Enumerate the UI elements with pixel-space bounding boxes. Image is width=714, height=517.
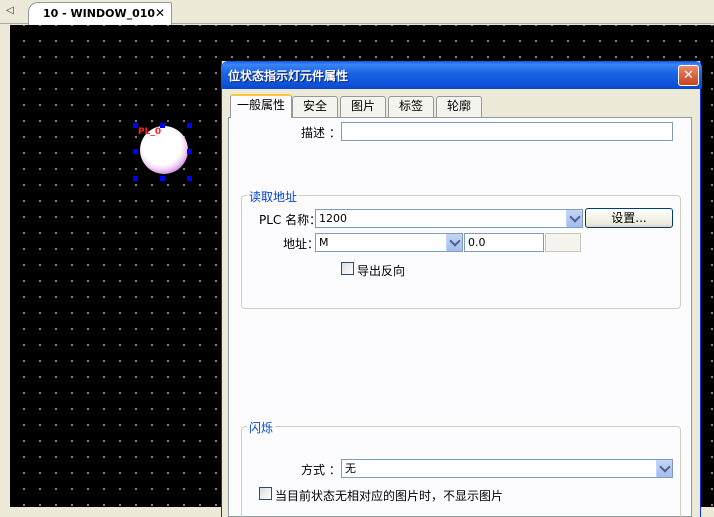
plc-name-select[interactable]: 1200 bbox=[315, 209, 583, 228]
document-tab[interactable]: 10 - WINDOW_010 ✕ bbox=[28, 2, 172, 25]
tab-label: 图片 bbox=[350, 99, 375, 113]
dialog-titlebar[interactable]: 位状态指示灯元件属性 ✕ bbox=[221, 61, 702, 89]
plc-name-value: 1200 bbox=[319, 212, 347, 225]
address-label: 地址： bbox=[283, 237, 320, 251]
invert-output-checkbox[interactable] bbox=[341, 262, 354, 275]
selection-handle[interactable] bbox=[133, 149, 138, 154]
chevron-down-icon[interactable] bbox=[566, 210, 582, 227]
scroll-left-icon[interactable]: ◁ bbox=[6, 4, 18, 18]
selection-handle[interactable] bbox=[133, 123, 138, 128]
selection-handle[interactable] bbox=[160, 176, 165, 181]
plc-name-label: PLC 名称： bbox=[259, 213, 322, 227]
address-type-select[interactable]: M bbox=[315, 233, 463, 252]
document-tab-strip: ◁ 10 - WINDOW_010 ✕ bbox=[0, 0, 714, 25]
blink-mode-label: 方式 ： bbox=[301, 463, 341, 477]
blink-mode-select[interactable]: 无 bbox=[341, 459, 673, 478]
tab-label: 一般属性 bbox=[236, 98, 285, 112]
selection-handle[interactable] bbox=[187, 123, 192, 128]
blink-group-title: 闪烁 bbox=[247, 419, 276, 436]
properties-dialog: 位状态指示灯元件属性 ✕ 一般属性 安全 图片 标签 轮廓 描述 ： 读取地址 bbox=[221, 61, 702, 517]
description-label: 描述 ： bbox=[301, 126, 341, 140]
close-icon: ✕ bbox=[683, 68, 694, 83]
tab-close-icon[interactable]: ✕ bbox=[155, 6, 165, 20]
address-extra-field bbox=[545, 233, 581, 252]
selection-handle[interactable] bbox=[187, 176, 192, 181]
dialog-title: 位状态指示灯元件属性 bbox=[228, 69, 349, 83]
blink-mode-value: 无 bbox=[345, 462, 356, 475]
selection-handle[interactable] bbox=[160, 123, 165, 128]
tab-general[interactable]: 一般属性 bbox=[230, 94, 292, 118]
no-image-label: 当目前状态无相对应的图片时，不显示图片 bbox=[275, 489, 504, 503]
tab-image[interactable]: 图片 bbox=[340, 96, 386, 117]
selection-handle[interactable] bbox=[133, 176, 138, 181]
tab-security[interactable]: 安全 bbox=[292, 96, 338, 117]
no-image-checkbox[interactable] bbox=[259, 487, 272, 500]
read-address-group-title: 读取地址 bbox=[247, 188, 300, 205]
address-input[interactable]: 0.0 bbox=[464, 233, 544, 252]
tab-label-settings[interactable]: 标签 bbox=[388, 96, 434, 117]
indicator-light-label: PL_0 bbox=[138, 127, 162, 137]
invert-output-label: 导出反向 bbox=[357, 264, 406, 278]
tab-panel-general: 描述 ： 读取地址 PLC 名称： 1200 设置... 地址： M 0.0 导… bbox=[228, 117, 692, 517]
tab-outline[interactable]: 轮廓 bbox=[436, 96, 482, 117]
document-tab-label: 10 - WINDOW_010 bbox=[43, 7, 156, 20]
description-input[interactable] bbox=[341, 122, 673, 141]
canvas-left-margin bbox=[0, 25, 10, 507]
tab-label: 轮廓 bbox=[446, 99, 471, 113]
settings-button[interactable]: 设置... bbox=[585, 208, 673, 228]
tab-label: 标签 bbox=[398, 99, 423, 113]
chevron-down-icon[interactable] bbox=[446, 234, 462, 251]
tab-label: 安全 bbox=[302, 99, 327, 113]
chevron-down-icon[interactable] bbox=[656, 460, 672, 477]
dialog-close-button[interactable]: ✕ bbox=[678, 65, 699, 86]
app-window: ◁ 10 - WINDOW_010 ✕ PL_0 位状态指示灯元件属性 ✕ 一般… bbox=[0, 0, 714, 517]
selection-handle[interactable] bbox=[187, 149, 192, 154]
address-type-value: M bbox=[319, 236, 329, 249]
